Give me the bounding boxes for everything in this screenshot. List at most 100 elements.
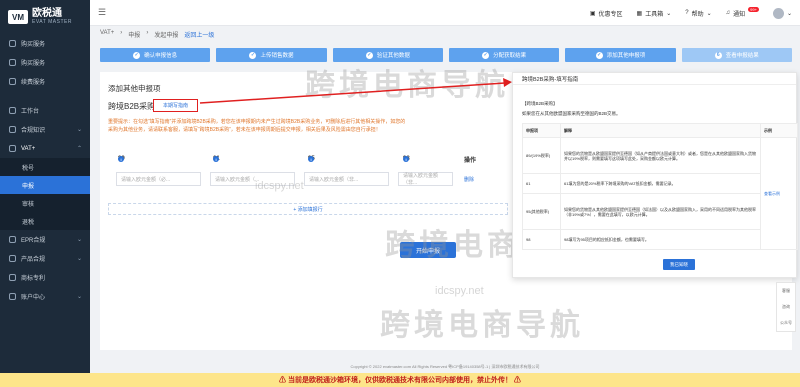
toolbox-menu[interactable]: ▦ 工具箱 ⌄ [637,9,672,18]
breadcrumb-sep: › [146,30,149,36]
section-title: 跨境B2B采购 [108,102,156,111]
row-desc: 如果您的货物是从欧盟国家提供至德国（如从产商提供法国或意大利）或者，您是在从其他… [560,137,761,174]
sidebar-sub-refund[interactable]: 退税 [0,212,90,230]
breadcrumb-declare[interactable]: 申报 [128,30,140,39]
back-link[interactable]: 返回上一级 [184,30,214,39]
delete-row-link[interactable]: 删除 [464,176,474,183]
chevron-down-icon: ⌄ [786,10,792,17]
help-menu[interactable]: ? 帮助 ⌄ [685,9,711,18]
watermark-url: idcspy.net [435,285,484,297]
info-icon[interactable]: i [403,156,409,162]
sidebar-item-label: 工作台 [21,109,40,115]
amount-input-89[interactable]: 请输入欧元金额（必... [116,172,201,186]
guide-button[interactable]: 本期写指南 [153,99,198,112]
bag-icon [9,59,16,66]
sidebar-item-vat[interactable]: VAT+ ⌃ [0,139,90,158]
breadcrumb-start: 发起申报 [154,33,179,39]
sidebar-item-workbench[interactable]: 工作台 [0,101,90,120]
breadcrumb: VAT+ › 申报 › 发起申报 返回上一级 [100,30,214,39]
step-1: ✓ 确认申报信息 [100,48,211,62]
sidebar-item-label: 购买服务 [21,42,46,48]
info-icon[interactable]: i [118,156,124,162]
th-code: 申报项 [522,123,561,138]
sidebar-sub-audit[interactable]: 审核 [0,194,90,212]
menu-toggle-icon[interactable]: ☰ [98,7,112,18]
chevron-down-icon: ⌄ [706,10,712,17]
sidebar-item-label: EPR合规 [21,238,46,244]
help-label: 帮助 [691,11,704,18]
panel-heading: 【跨境B2B采购】 [522,101,558,106]
step-label: 验证其他数据 [376,53,410,59]
chevron-down-icon: ⌄ [76,237,82,243]
row-desc: 98填写为95项目的相应抵扣金额，也需要填写。 [560,229,761,250]
sidebar-item-epr[interactable]: EPR合规 ⌄ [0,230,90,249]
step-5: ✓ 添加其他申报项 [565,48,676,62]
row-code: 89/(19%税率) [522,137,561,174]
check-icon: ✓ [482,51,490,59]
toolbox-icon: ▦ [636,10,643,17]
user-menu[interactable]: ⌄ [772,7,792,19]
example-link[interactable]: 查看示例 [760,137,798,250]
panel-description: 如果您在从其他欧盟国家采购至德国的B2B交易。 [522,111,621,116]
topbar: ☰ ▣ 优惠专区 ▦ 工具箱 ⌄ ? 帮助 ⌄ ♫ 通知 99+ ⌄ [90,0,800,26]
promo-link[interactable]: ▣ 优惠专区 [590,9,623,18]
acknowledge-button[interactable]: 我已知晓 [663,259,695,270]
row-code: 61 [522,173,561,194]
brand-name: 欧税通 [32,8,62,19]
breadcrumb-vat[interactable]: VAT+ [100,30,114,39]
row-desc: 如果您的货物是从其他欧盟国家提供至德国（如法国）以及从欧盟国家购入，采用的不同适… [560,193,761,230]
footer: Copyright © 2022 evatmaster.com All Righ… [350,364,540,369]
amount-input-95[interactable]: 请输入欧元金额（非... [304,172,389,186]
table-row: 95(其他税率) 如果您的货物是从其他欧盟国家提供至德国（如法国）以及从欧盟国家… [522,193,798,230]
trademark-icon [9,274,16,281]
info-icon[interactable]: i [308,156,314,162]
step-4: ✓ 分配获取结果 [448,48,560,62]
table-row: 61 61填为您的是20%税率下跨境采购的VAT抵扣金额，需要记录。 [522,173,798,194]
step-label: 分配获取结果 [493,53,527,59]
sidebar-item-label: 合规知识 [21,128,46,134]
table-header: 申报项 解释 示例 [522,123,798,138]
vat-icon [9,145,16,152]
customer-service-button[interactable]: 客服 [782,288,790,294]
sidebar-item-trademark[interactable]: 商标专利 [0,268,90,287]
panel-title: 跨境B2B采购-填写指南 [513,73,796,85]
sidebar-item-buy[interactable]: 购买服务 [0,34,90,53]
step-label: 查看申报结果 [725,53,759,59]
brand-logo[interactable]: VM 欧税通 EVAT MASTER [0,0,90,34]
step-number-icon: 6 [714,51,722,59]
sidebar-item-label: 产品合规 [21,257,46,263]
renew-icon [9,78,16,85]
sidebar-item-account[interactable]: 账户中心 ⌄ [0,287,90,306]
row-code: 98 [522,229,561,250]
check-icon: ✓ [249,51,257,59]
desk-icon [9,107,16,114]
chevron-down-icon: ⌄ [76,294,82,300]
avatar [772,7,784,19]
sidebar-item-buy-service[interactable]: 购买服务 [0,53,90,72]
consult-button[interactable]: 咨询 [782,304,790,310]
notify-button[interactable]: ♫ 通知 99+ [726,6,759,18]
chevron-down-icon: ⌄ [76,127,82,133]
warning-text: 重要提示：在勾选“填写指南”并添加跨境B2B采购，若您在该申报期内未产生过跨境B… [108,119,406,133]
info-icon[interactable]: i [213,156,219,162]
step-label: 确认申报信息 [144,53,178,59]
sidebar-sub-declare[interactable]: 申报 [0,176,90,194]
sidebar-item-compliance-knowledge[interactable]: 合规知识 ⌄ [0,120,90,139]
wechat-account-button[interactable]: 公众号 [780,320,792,326]
sidebar-item-renew[interactable]: 续费服务 [0,72,90,91]
logo-mark-icon: VM [8,10,28,24]
sidebar-item-label: 账户中心 [21,295,46,301]
sidebar-item-product-compliance[interactable]: 产品合规 ⌄ [0,249,90,268]
sidebar-item-label: 商标专利 [21,276,46,282]
step-progress: ✓ 确认申报信息 ✓ 上传销售数据 ✓ 验证其他数据 ✓ 分配获取结果 ✓ 添加其他申报项… [100,48,792,62]
chevron-down-icon: ⌄ [666,10,672,17]
amount-input-98[interactable]: 请输入欧元金额（非... [398,172,453,186]
sidebar-item-label: 购买服务 [21,61,46,67]
table-row: 98 98填写为95项目的相应抵扣金额，也需要填写。 [522,229,798,250]
sidebar-sub-tax-number[interactable]: 税号 [0,158,90,176]
check-icon: ✓ [365,51,373,59]
guide-table: 申报项 解释 示例 89/(19%税率) 如果您的货物是从欧盟国家提供至德国（如… [522,123,798,250]
add-row-button[interactable]: + 添加填报行 [108,203,508,215]
start-declare-button[interactable]: 开始申报 [400,242,456,258]
check-icon: ✓ [595,51,603,59]
